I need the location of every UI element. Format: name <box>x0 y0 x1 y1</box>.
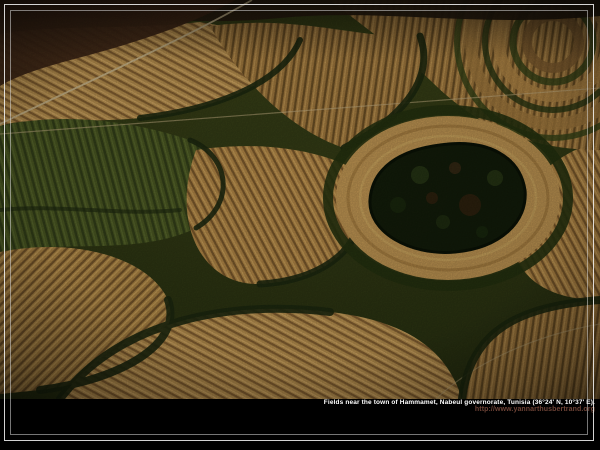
wallpaper: Fields near the town of Hammamet, Nabeul… <box>0 0 600 450</box>
photo-caption: Fields near the town of Hammamet, Nabeul… <box>324 399 595 413</box>
aerial-photo-graphic <box>0 0 600 399</box>
aerial-photo <box>0 0 600 399</box>
caption-url: http://www.yannarthusbertrand.org <box>324 406 595 413</box>
caption-title: Fields near the town of Hammamet, Nabeul… <box>324 399 595 406</box>
